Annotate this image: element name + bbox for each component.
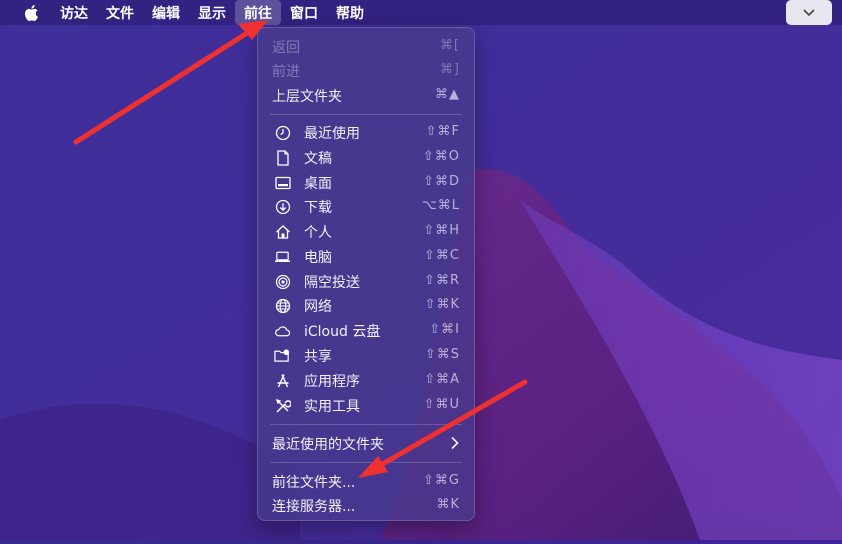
annotation-arrows — [73, 20, 528, 478]
